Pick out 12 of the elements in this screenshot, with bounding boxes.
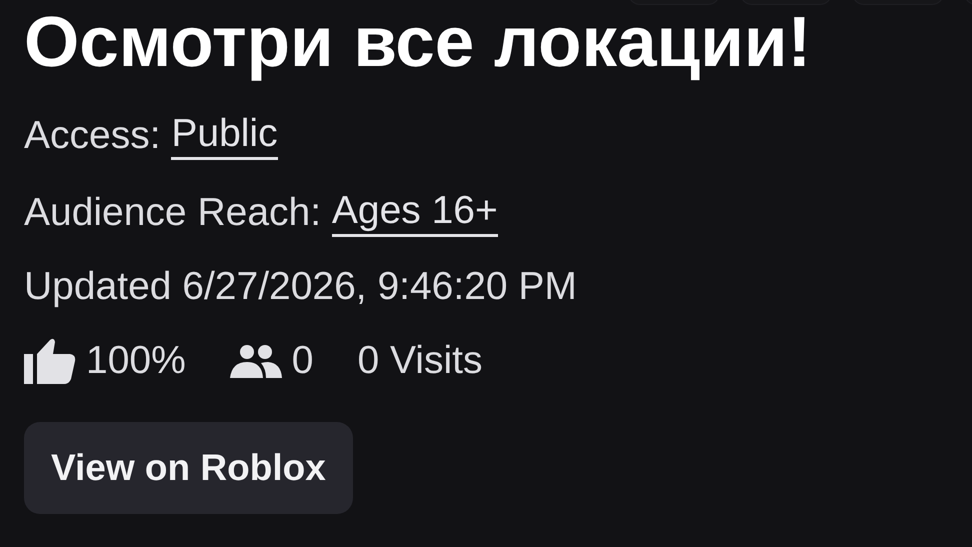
- detail-link[interactable]: Public: [171, 112, 278, 160]
- players-count: 0: [292, 339, 314, 383]
- users-icon: [230, 344, 282, 378]
- updated-date: Updated 6/27/2026, 9:46:20 PM: [24, 265, 577, 309]
- view-on-roblox-button[interactable]: View on Roblox: [24, 422, 353, 514]
- thumbs-up-icon: [24, 338, 76, 384]
- visits-count: 0 Visits: [357, 339, 482, 383]
- rating-text: 100%: [86, 339, 186, 383]
- game-title: Осмотри все локации!: [24, 3, 812, 83]
- detail-link[interactable]: Ages 16+: [332, 189, 498, 237]
- detail-label: Audience Reach:: [24, 191, 322, 235]
- detail-label: Access:: [24, 114, 162, 158]
